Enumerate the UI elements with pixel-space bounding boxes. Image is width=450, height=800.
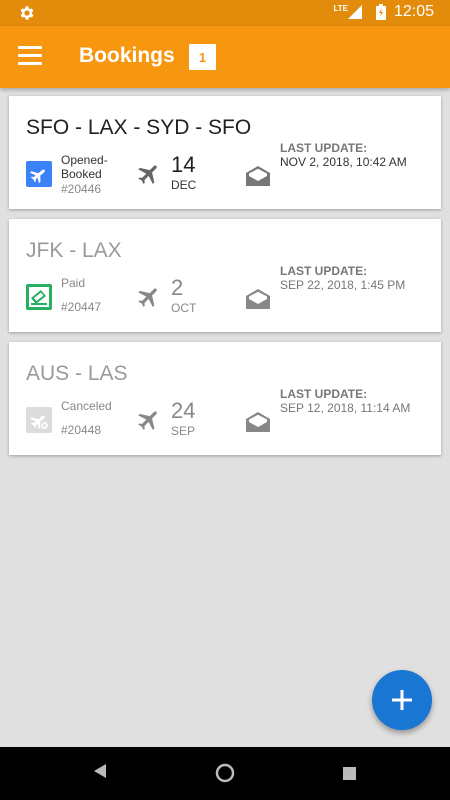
booking-route: AUS - LAS [26,362,128,385]
booking-id: #20446 [61,182,102,196]
last-update-value: NOV 2, 2018, 10:42 AM [280,155,407,169]
booking-id: #20448 [61,423,102,437]
last-update-label: LAST UPDATE: [280,387,368,401]
gear-icon [20,6,34,20]
last-update-value: SEP 22, 2018, 1:45 PM [280,278,406,292]
booking-status: Opened-Booked [61,153,108,181]
flight-month: DEC [171,178,197,192]
booking-route: JFK - LAX [26,239,122,262]
flight-day: 2 [171,275,184,300]
flight-month: OCT [171,301,197,315]
last-update-label: LAST UPDATE: [280,264,368,278]
add-booking-button[interactable] [372,670,432,730]
recents-icon[interactable] [343,767,356,780]
page-title: Bookings [79,44,175,67]
last-update-value: SEP 12, 2018, 11:14 AM [280,401,411,415]
status-bar: LTE 12:05 [0,0,450,26]
network-type-label: LTE [333,3,348,13]
envelope-icon[interactable] [245,411,271,433]
last-update-label: LAST UPDATE: [280,141,368,155]
booking-route: SFO - LAX - SYD - SFO [26,116,252,139]
bookings-count-badge: 1 [189,44,216,70]
signal-icon [347,5,362,19]
plus-icon [392,690,412,710]
flight-plane-icon [138,411,157,430]
home-icon[interactable] [215,763,235,783]
hamburger-menu-icon[interactable] [18,46,42,66]
booking-status: Canceled [61,399,112,413]
booking-id: #20447 [61,300,102,314]
paid-ticket-icon [26,284,52,310]
booking-card[interactable]: JFK - LAX Paid #20447 2 OCT LAST UPDATE:… [9,219,441,332]
booking-card[interactable]: AUS - LAS Canceled #20448 24 SEP LAST UP… [9,342,441,455]
battery-icon [375,4,386,20]
booking-status: Paid [61,276,86,290]
envelope-icon[interactable] [245,165,271,187]
flight-month: SEP [171,424,196,438]
back-icon[interactable] [93,763,107,779]
booked-plane-icon [26,161,52,187]
flight-day: 14 [171,152,196,177]
flight-plane-icon [138,165,157,184]
navigation-bar [0,747,450,800]
status-time: 12:05 [393,3,434,20]
envelope-icon[interactable] [245,288,271,310]
app-bar: Bookings 1 [0,26,450,88]
canceled-plane-icon [26,407,52,433]
booking-card[interactable]: SFO - LAX - SYD - SFO Opened-Booked #204… [9,96,441,209]
flight-day: 24 [171,398,196,423]
flight-plane-icon [138,288,157,307]
